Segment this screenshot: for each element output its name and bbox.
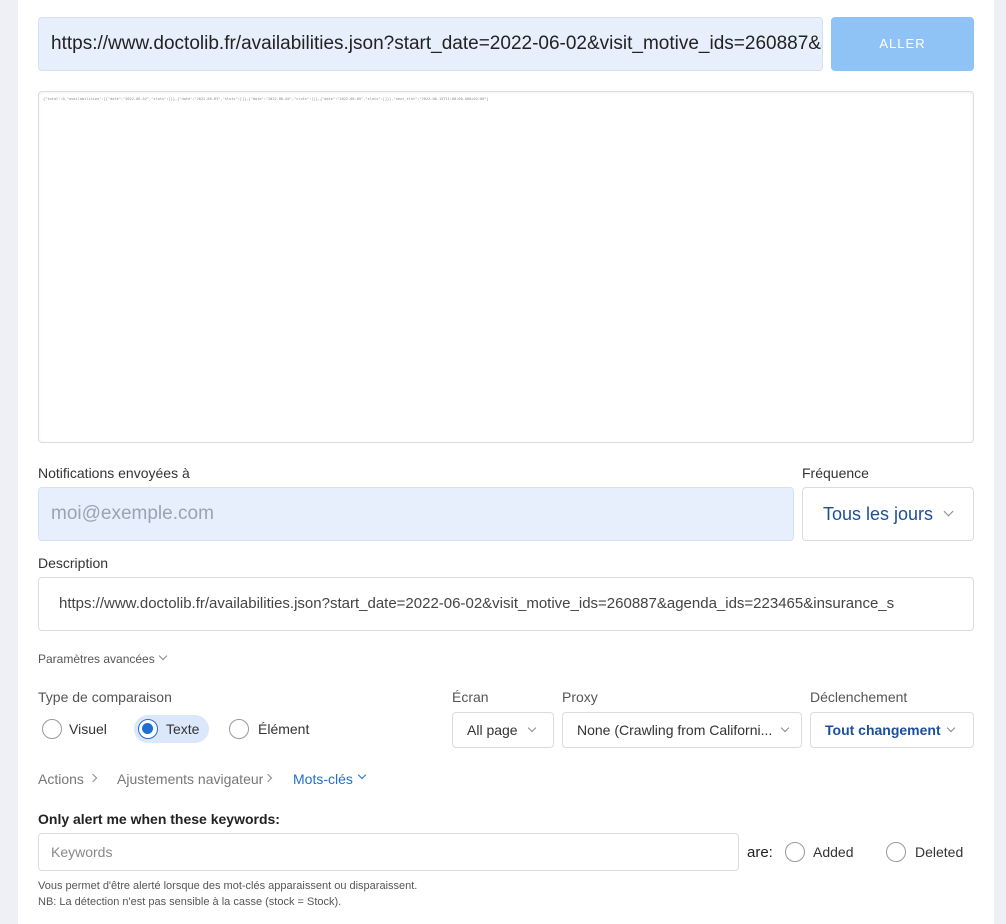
keywords-help-line1: Vous permet d'être alerté lorsque des mo…	[38, 880, 418, 892]
keywords-title: Only alert me when these keywords:	[38, 811, 280, 827]
advanced-settings-toggle[interactable]: Paramètres avancées	[38, 651, 168, 666]
tab-keywords-label: Mots-clés	[293, 771, 353, 787]
trigger-value: Tout changement	[825, 722, 941, 738]
frequency-value: Tous les jours	[823, 504, 934, 524]
radio-texte-label[interactable]: Texte	[166, 721, 199, 737]
screen-label: Écran	[452, 689, 489, 705]
description-label: Description	[38, 555, 109, 571]
notifications-label: Notifications envoyées à	[38, 465, 190, 481]
comparison-label: Type de comparaison	[38, 689, 172, 705]
keywords-input[interactable]: Keywords	[38, 833, 739, 871]
radio-added-label[interactable]: Added	[813, 844, 853, 860]
proxy-value: None (Crawling from Californi...	[577, 722, 773, 738]
proxy-select[interactable]: None (Crawling from Californi...	[562, 712, 802, 748]
tab-actions-label: Actions	[38, 771, 84, 787]
chevron-down-icon	[527, 723, 537, 733]
screen-value: All page	[467, 722, 518, 738]
are-label: are:	[747, 844, 773, 861]
chevron-down-icon	[946, 723, 956, 733]
radio-texte[interactable]	[138, 719, 158, 739]
radio-element[interactable]	[229, 719, 249, 739]
description-field[interactable]: https://www.doctolib.fr/availabilities.j…	[38, 577, 974, 631]
chevron-down-icon	[780, 723, 790, 733]
frequency-select[interactable]: Tous les jours	[802, 487, 974, 541]
preview-json-text: {"total":0,"availabilities":[{"date":"20…	[43, 97, 489, 101]
trigger-label: Déclenchement	[810, 689, 908, 705]
radio-added[interactable]	[785, 842, 805, 862]
trigger-select[interactable]: Tout changement	[810, 712, 974, 748]
proxy-label: Proxy	[562, 689, 598, 705]
email-field[interactable]: moi@exemple.com	[38, 487, 794, 541]
radio-visuel-label[interactable]: Visuel	[69, 721, 107, 737]
page-preview[interactable]: {"total":0,"availabilities":[{"date":"20…	[38, 91, 974, 443]
keywords-help-line2: NB: La détection n'est pas sensible à la…	[38, 896, 342, 908]
frequency-label: Fréquence	[802, 465, 869, 481]
tab-actions[interactable]: Actions	[38, 771, 98, 787]
tab-browser-settings[interactable]: Ajustements navigateur	[117, 771, 273, 787]
tab-browser-settings-label: Ajustements navigateur	[117, 771, 264, 787]
radio-element-label[interactable]: Élément	[258, 721, 309, 737]
go-button[interactable]: ALLER	[831, 17, 974, 71]
url-input[interactable]: https://www.doctolib.fr/availabilities.j…	[38, 17, 823, 71]
screen-select[interactable]: All page	[452, 712, 554, 748]
radio-visuel[interactable]	[42, 719, 62, 739]
radio-deleted-label[interactable]: Deleted	[915, 844, 963, 860]
advanced-settings-label: Paramètres avancées	[38, 652, 155, 666]
chevron-down-icon	[943, 506, 954, 517]
radio-deleted[interactable]	[886, 842, 906, 862]
tab-keywords[interactable]: Mots-clés	[293, 770, 367, 787]
